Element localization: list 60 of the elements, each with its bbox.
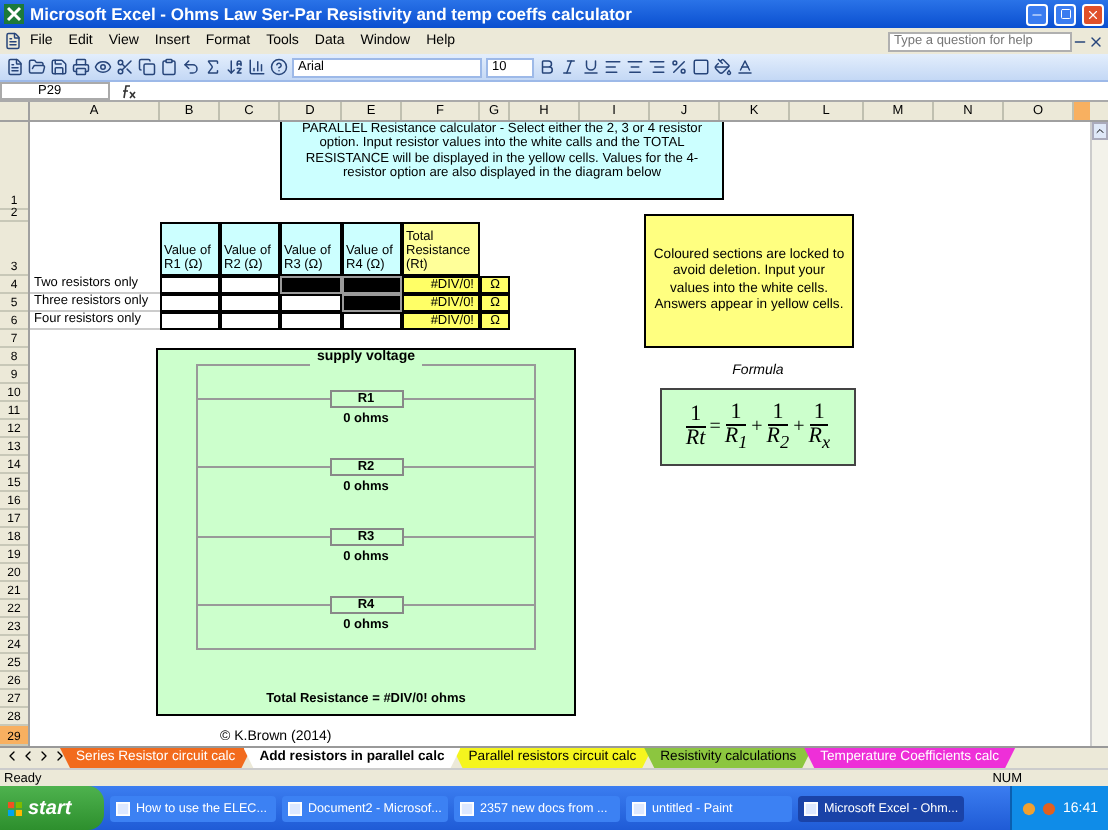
new-file-icon[interactable] [6,58,24,76]
input-cell[interactable] [342,312,402,330]
align-right-icon[interactable] [648,58,666,76]
fraction: 1 Rt [685,404,706,450]
fill-bucket-icon[interactable] [714,58,732,76]
font-color-icon[interactable] [736,58,754,76]
window-icon [804,801,818,815]
bold-icon[interactable] [538,58,556,76]
save-icon[interactable] [50,58,68,76]
close-icon[interactable] [1088,33,1104,49]
close-button[interactable] [1082,3,1104,25]
fraction: 1 R$_{1}$ [724,401,748,453]
windows-logo-icon [8,801,22,815]
italic-icon[interactable] [560,58,578,76]
clipboard-icon[interactable] [160,58,178,76]
close-icon [1086,7,1100,21]
operator: + [751,416,763,438]
previous-sheet-icon[interactable] [20,748,36,764]
sigma-icon[interactable] [204,58,222,76]
percent-icon[interactable] [670,58,688,76]
printer-icon[interactable] [72,58,90,76]
copy-icon[interactable] [138,58,156,76]
sort-icon[interactable] [226,58,244,76]
maximize-icon [1059,8,1071,20]
workbook-icon[interactable] [4,32,22,50]
folder-icon[interactable] [28,58,46,76]
input-cell[interactable] [220,312,280,330]
vertical-scrollbar[interactable] [1090,122,1108,746]
input-cell[interactable] [280,312,342,330]
align-left-icon[interactable] [604,58,622,76]
first-sheet-icon[interactable] [4,748,20,764]
scissors-icon[interactable] [116,58,134,76]
operator: + [793,416,805,438]
window-icon [632,801,646,815]
fraction: 1 R$_{x}$ [808,401,831,453]
input-cell[interactable] [280,294,342,312]
excel-icon [4,4,24,24]
input-cell[interactable] [220,276,280,294]
next-sheet-icon[interactable] [36,748,52,764]
underline-icon[interactable] [582,58,600,76]
window-icon [116,801,130,815]
border-icon[interactable] [692,58,710,76]
maximize-button[interactable] [1054,3,1076,25]
undo-icon[interactable] [182,58,200,76]
window-title: Microsoft Excel - Ohms Law Ser-Par Resistivity and temp coeffs calculator [30,4,634,24]
input-cell[interactable] [160,312,220,330]
input-cell[interactable] [160,294,220,312]
operator: = [709,416,721,438]
scroll-up-icon[interactable] [1092,122,1108,140]
function-icon[interactable] [118,83,138,99]
window-icon [288,801,302,815]
align-center-icon[interactable] [626,58,644,76]
help-icon[interactable] [270,58,288,76]
input-cell[interactable] [220,294,280,312]
chart-icon[interactable] [248,58,266,76]
window-icon [460,801,474,815]
eye-icon[interactable] [94,58,112,76]
fraction: 1 R$_{2}$ [766,401,790,453]
minimize-button[interactable] [1026,3,1048,25]
input-cell[interactable] [160,276,220,294]
